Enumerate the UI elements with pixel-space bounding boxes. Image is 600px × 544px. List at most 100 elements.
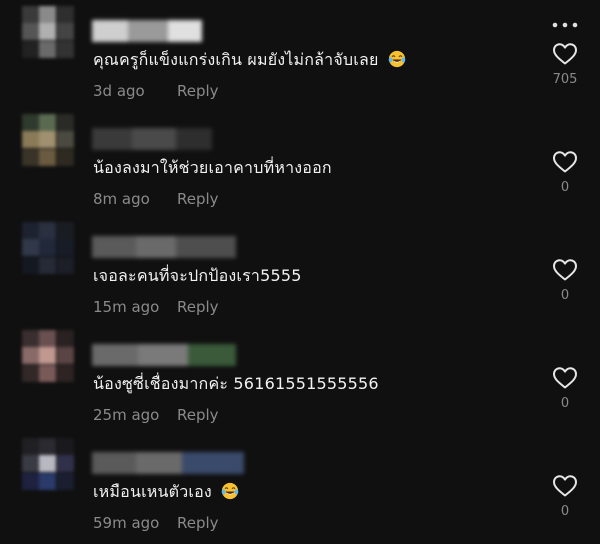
like-count: 0 (560, 504, 570, 519)
comment-item: น้องซูซี่เชื่องมากค่ะ 56161551555556 25m… (0, 324, 600, 432)
comment-meta: 25m ago Reply (93, 406, 219, 424)
avatar-pixel (39, 222, 57, 239)
avatar-pixel (56, 455, 74, 473)
comment-timestamp: 15m ago (93, 298, 160, 316)
avatar-pixel (22, 40, 39, 58)
reply-button[interactable]: Reply (177, 82, 219, 100)
avatar-pixel (39, 330, 57, 347)
avatar-pixel (22, 6, 39, 23)
username-blurred[interactable] (92, 128, 212, 150)
comment-timestamp: 3d ago (93, 82, 145, 100)
avatar[interactable] (22, 114, 74, 166)
comment-item: เจอละคนที่จะปกป้องเรา5555 15m ago Reply … (0, 216, 600, 324)
avatar-pixel (22, 131, 39, 149)
reply-button[interactable]: Reply (177, 406, 219, 424)
username-segment (92, 452, 136, 474)
avatar[interactable] (22, 330, 74, 382)
avatar[interactable] (22, 222, 74, 274)
avatar-pixel (39, 438, 57, 455)
username-segment (132, 128, 176, 150)
avatar-pixel (39, 472, 57, 490)
avatar-pixel (56, 6, 74, 23)
avatar-pixel (22, 239, 39, 257)
username-segment (168, 20, 202, 42)
avatar-pixel (22, 222, 39, 239)
avatar-pixel (56, 364, 74, 382)
comment-item: คุณครูก็แข็งแกร่งเกิน ผมยังไม่กล้าจับเลย… (0, 0, 600, 108)
avatar-pixel (39, 239, 57, 257)
comment-text: คุณครูก็แข็งแกร่งเกิน ผมยังไม่กล้าจับเลย (93, 48, 406, 73)
reply-button[interactable]: Reply (177, 190, 219, 208)
comment-timestamp: 59m ago (93, 514, 160, 532)
avatar-pixel (56, 131, 74, 149)
heart-outline-icon[interactable] (552, 258, 578, 282)
avatar-pixel (39, 131, 57, 149)
avatar-pixel (22, 347, 39, 365)
like-count: 0 (560, 396, 570, 411)
username-segment (182, 452, 244, 474)
heart-outline-icon[interactable] (552, 474, 578, 498)
avatar-pixel (56, 256, 74, 274)
comment-item: น้องลงมาให้ช่วยเอาคาบที่หางออก 8m ago Re… (0, 108, 600, 216)
avatar-pixel (39, 40, 57, 58)
username-blurred[interactable] (92, 452, 244, 474)
comment-meta: 59m ago Reply (93, 514, 219, 532)
avatar-pixel (39, 148, 57, 166)
comment-text: เจอละคนที่จะปกป้องเรา5555 (93, 264, 302, 289)
comment-text-content: เหมือนเหนตัวเอง (93, 482, 212, 501)
laughing-tears-emoji (221, 482, 239, 500)
avatar-pixel (22, 472, 39, 490)
like-count: 0 (560, 288, 570, 303)
username-segment (92, 128, 132, 150)
comment-text: น้องซูซี่เชื่องมากค่ะ 56161551555556 (93, 372, 379, 397)
heart-outline-icon[interactable] (552, 42, 578, 66)
username-blurred[interactable] (92, 236, 236, 258)
avatar-pixel (56, 114, 74, 131)
comment-timestamp: 25m ago (93, 406, 160, 424)
avatar-pixel (39, 364, 57, 382)
comment-meta: 3d ago Reply (93, 82, 219, 100)
username-segment (176, 128, 212, 150)
username-blurred[interactable] (92, 20, 202, 42)
comment-text: น้องลงมาให้ช่วยเอาคาบที่หางออก (93, 156, 332, 181)
avatar[interactable] (22, 438, 74, 490)
avatar-pixel (39, 6, 57, 23)
comment-text-content: น้องลงมาให้ช่วยเอาคาบที่หางออก (93, 158, 332, 177)
reply-button[interactable]: Reply (177, 298, 219, 316)
avatar-pixel (22, 438, 39, 455)
username-segment (138, 344, 188, 366)
avatar-pixel (22, 256, 39, 274)
heart-outline-icon[interactable] (552, 366, 578, 390)
avatar-pixel (56, 347, 74, 365)
username-segment (92, 344, 138, 366)
avatar-pixel (22, 330, 39, 347)
avatar-pixel (22, 23, 39, 41)
username-segment (92, 20, 128, 42)
comment-meta: 8m ago Reply (93, 190, 219, 208)
avatar[interactable] (22, 6, 74, 58)
avatar-pixel (22, 455, 39, 473)
avatar-pixel (56, 239, 74, 257)
username-blurred[interactable] (92, 344, 236, 366)
avatar-pixel (22, 148, 39, 166)
avatar-pixel (39, 455, 57, 473)
avatar-pixel (22, 364, 39, 382)
heart-outline-icon[interactable] (552, 150, 578, 174)
like-count: 0 (560, 180, 570, 195)
avatar-pixel (56, 40, 74, 58)
avatar-pixel (56, 148, 74, 166)
username-segment (128, 20, 168, 42)
avatar-pixel (39, 256, 57, 274)
username-segment (188, 344, 236, 366)
comment-item: เหมือนเหนตัวเอง 59m ago Reply 0 (0, 432, 600, 540)
avatar-pixel (56, 472, 74, 490)
comment-text-content: เจอละคนที่จะปกป้องเรา5555 (93, 266, 302, 285)
comment-text: เหมือนเหนตัวเอง (93, 480, 239, 505)
comment-meta: 15m ago Reply (93, 298, 219, 316)
avatar-pixel (56, 23, 74, 41)
username-segment (176, 236, 236, 258)
avatar-pixel (56, 438, 74, 455)
comment-text-content: คุณครูก็แข็งแกร่งเกิน ผมยังไม่กล้าจับเลย (93, 50, 379, 69)
reply-button[interactable]: Reply (177, 514, 219, 532)
avatar-pixel (56, 330, 74, 347)
